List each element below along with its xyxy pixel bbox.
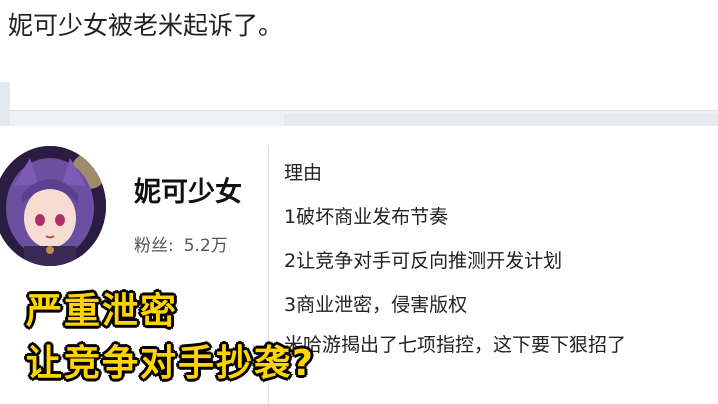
reason-item: 米哈游揭出了七项指控，这下要下狠招了: [284, 334, 627, 356]
reasons-title: 理由: [284, 162, 323, 184]
caption-line-2: 让竞争对手抄袭?: [26, 343, 315, 384]
profile-name[interactable]: 妮可少女: [134, 170, 242, 209]
reason-item: 1破坏商业发布节奏: [284, 206, 449, 228]
panel-divider: [10, 110, 718, 111]
reason-item: 2让竞争对手可反向推测开发计划: [284, 250, 563, 272]
caption-line-1: 严重泄密: [26, 291, 179, 332]
page-gap: [0, 82, 718, 126]
follower-count: 粉丝: 5.2万: [134, 231, 228, 256]
followers-value: 5.2万: [183, 236, 228, 256]
post-headline: 妮可少女被老米起诉了。: [8, 11, 284, 40]
reason-item: 3商业泄密，侵害版权: [284, 294, 468, 316]
left-strip: [0, 82, 10, 126]
comment-panel: [10, 82, 718, 110]
post-header: 妮可少女被老米起诉了。: [0, 0, 718, 82]
followers-label: 粉丝:: [134, 236, 174, 256]
horizontal-scrollbar[interactable]: [284, 114, 718, 126]
